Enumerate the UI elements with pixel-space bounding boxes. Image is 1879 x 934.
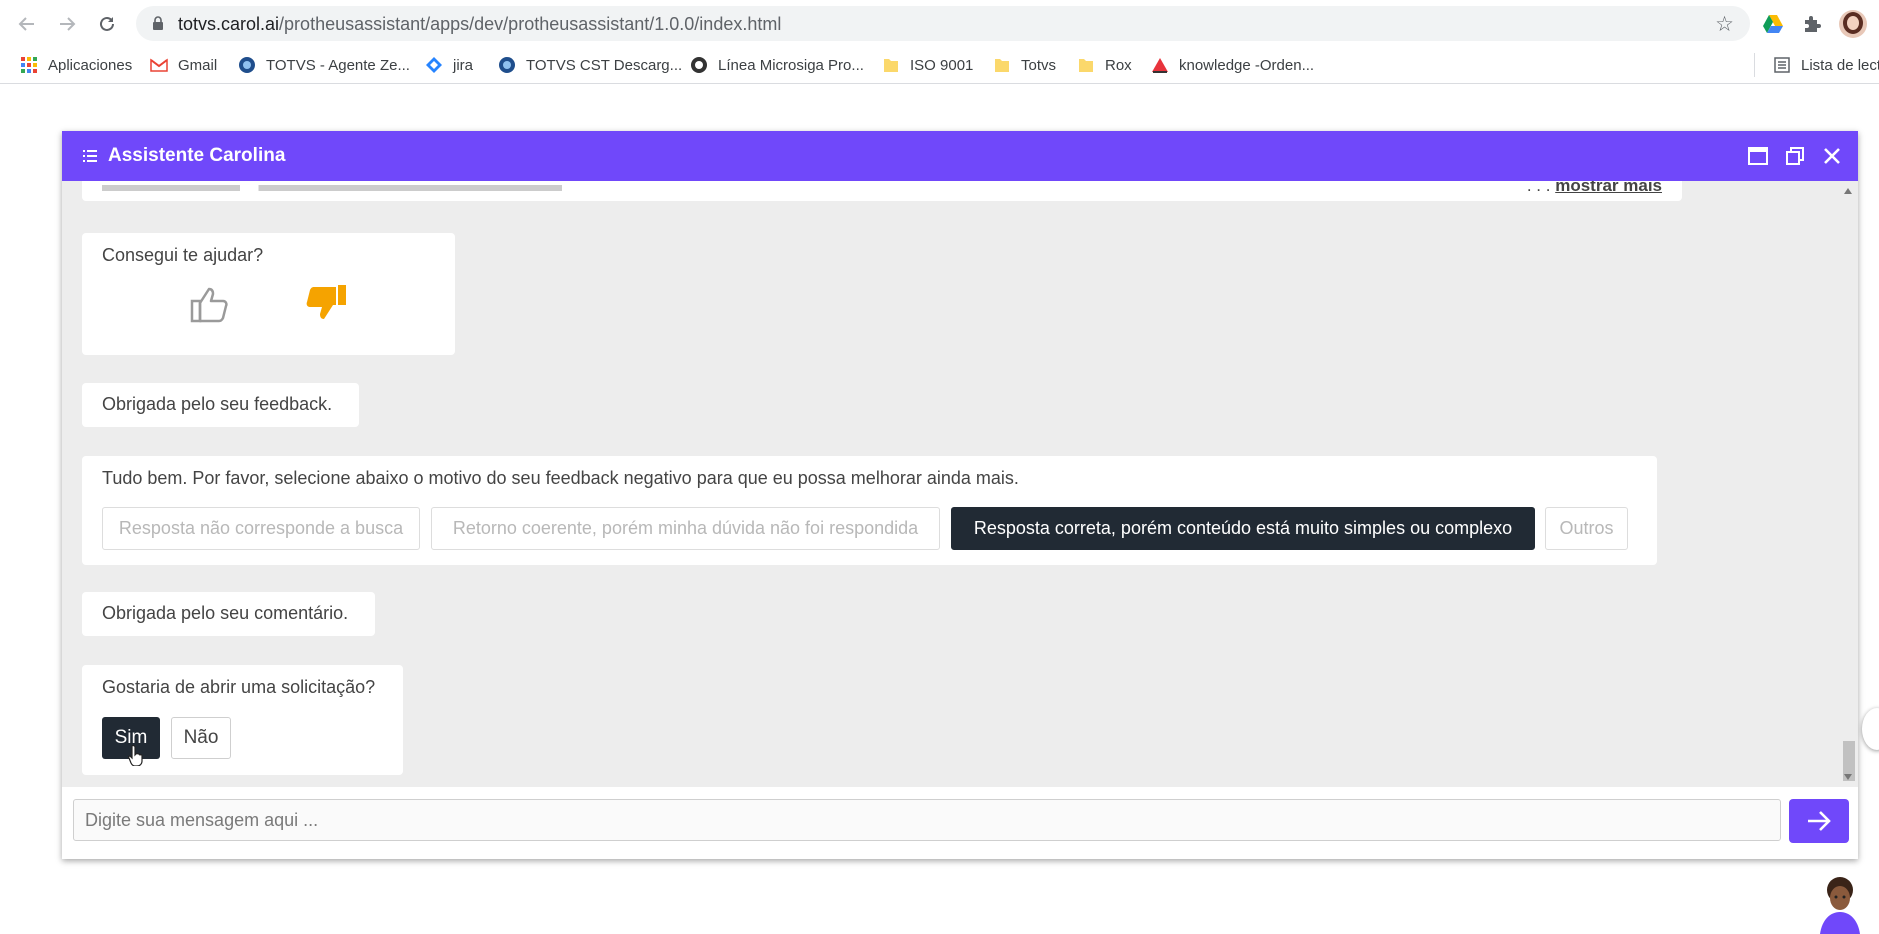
bookmarks-bar: Aplicaciones Gmail TOTVS - Agente Ze... … [0,46,1879,84]
bookmark-jira[interactable]: jira [425,54,473,76]
send-button[interactable] [1789,799,1849,843]
floating-widget-button[interactable] [1862,708,1879,750]
back-button[interactable] [14,11,40,37]
thanks-comment-text: Obrigada pelo seu comentário. [102,603,349,623]
feedback-question-bubble: Consegui te ajudar? [82,233,455,355]
assistant-avatar[interactable] [1814,874,1862,934]
thumbs-down-icon[interactable] [306,283,348,321]
ellipsis: . . . [1526,181,1551,195]
bookmark-star-icon[interactable]: ☆ [1715,12,1734,37]
no-button[interactable]: Não [171,717,231,759]
bookmark-totvs-agente[interactable]: TOTVS - Agente Ze... [238,54,410,76]
triangle-logo-icon [1152,58,1168,73]
show-more-link[interactable]: mostrar mais [1555,181,1662,195]
bookmark-iso-9001[interactable]: ISO 9001 [882,54,973,76]
reading-list-icon [1774,57,1790,73]
bookmark-apps[interactable]: Aplicaciones [20,54,132,76]
thumbs-up-icon[interactable] [190,285,230,323]
bookmark-label: Aplicaciones [48,56,133,74]
arrow-right-icon [1808,811,1831,831]
feedback-question-text: Consegui te ajudar? [102,245,264,265]
arrow-left-icon [18,17,34,31]
bookmark-label: jira [453,56,474,74]
chat-header: Assistente Carolina [62,131,1858,181]
open-request-bubble: Gostaria de abrir uma solicitação? Sim N… [82,665,403,775]
option-button-too-simple-complex[interactable]: Resposta correta, porém conteúdo está mu… [951,507,1535,550]
globe-icon [239,57,255,73]
circle-logo-icon [691,57,707,73]
google-drive-icon[interactable] [1761,12,1785,36]
open-request-text: Gostaria de abrir uma solicitação? [102,677,376,697]
bookmark-knowledge[interactable]: knowledge -Orden... [1151,54,1314,76]
apps-grid-icon [21,57,37,73]
bookmark-label: TOTVS - Agente Ze... [266,56,410,74]
reload-icon [100,16,114,31]
forward-button[interactable] [54,11,80,37]
bookmark-totvs[interactable]: Totvs [993,54,1056,76]
folder-icon [884,59,898,72]
chat-title: Assistente Carolina [108,145,286,166]
option-button-others[interactable]: Outros [1545,507,1628,550]
bookmark-linea-microsiga[interactable]: Línea Microsiga Pro... [690,54,864,76]
list-icon[interactable] [83,150,97,162]
folder-icon [995,59,1009,72]
negative-feedback-bubble: Tudo bem. Por favor, selecione abaixo o … [82,456,1657,565]
bookmark-label: ISO 9001 [910,56,974,74]
extensions-puzzle-icon[interactable] [1800,12,1824,36]
bookmarks-divider [1754,53,1755,77]
lock-icon [153,16,163,30]
option-button-not-answered[interactable]: Retorno coerente, porém minha dúvida não… [431,507,940,550]
profile-avatar[interactable] [1839,10,1867,38]
bookmark-rox[interactable]: Rox [1077,54,1132,76]
bookmark-label: knowledge -Orden... [1179,56,1315,74]
thanks-comment-bubble: Obrigada pelo seu comentário. [82,592,375,636]
show-more-row: . . . mostrar mais [1527,181,1662,196]
arrow-right-icon [60,17,76,31]
chat-scrollbar[interactable] [1838,181,1858,787]
scroll-down-arrow-icon[interactable] [1843,773,1853,781]
maximize-icon[interactable] [1747,145,1769,167]
thanks-feedback-text: Obrigada pelo seu feedback. [102,394,333,414]
previous-answer-bubble: . . . mostrar mais [82,181,1682,201]
bookmark-label: Línea Microsiga Pro... [718,56,864,74]
reading-list[interactable]: Lista de lect [1773,54,1879,76]
bookmark-label: Rox [1105,56,1132,74]
reload-button[interactable] [94,11,120,37]
url-text: totvs.carol.ai/protheusassistant/apps/de… [178,14,782,34]
close-icon[interactable] [1821,145,1843,167]
hand-cursor-icon [128,744,143,766]
restore-window-icon[interactable] [1784,145,1806,167]
input-bar [62,787,1858,859]
gmail-icon [150,58,168,72]
globe-icon [499,57,515,73]
message-input[interactable] [73,799,1781,841]
negative-feedback-text: Tudo bem. Por favor, selecione abaixo o … [102,468,1019,488]
reading-list-label: Lista de lect [1801,56,1879,74]
bookmark-label: TOTVS CST Descarg... [526,56,683,74]
folder-icon [1079,59,1093,72]
option-button-not-matching[interactable]: Resposta não corresponde a busca [102,507,420,550]
truncated-text [102,185,562,191]
address-bar[interactable]: totvs.carol.ai/protheusassistant/apps/de… [136,6,1750,41]
message-list: . . . mostrar mais Consegui te ajudar? O… [62,181,1838,787]
browser-toolbar: totvs.carol.ai/protheusassistant/apps/de… [0,0,1879,46]
bookmark-label: Gmail [178,56,218,74]
chat-window: Assistente Carolina . . . mostrar mais C… [62,131,1858,859]
bookmark-totvs-cst[interactable]: TOTVS CST Descarg... [498,54,682,76]
thanks-feedback-bubble: Obrigada pelo seu feedback. [82,383,359,427]
bookmark-label: Totvs [1021,56,1057,74]
jira-icon [426,57,442,73]
scroll-up-arrow-icon[interactable] [1843,187,1853,195]
bookmark-gmail[interactable]: Gmail [150,54,217,76]
